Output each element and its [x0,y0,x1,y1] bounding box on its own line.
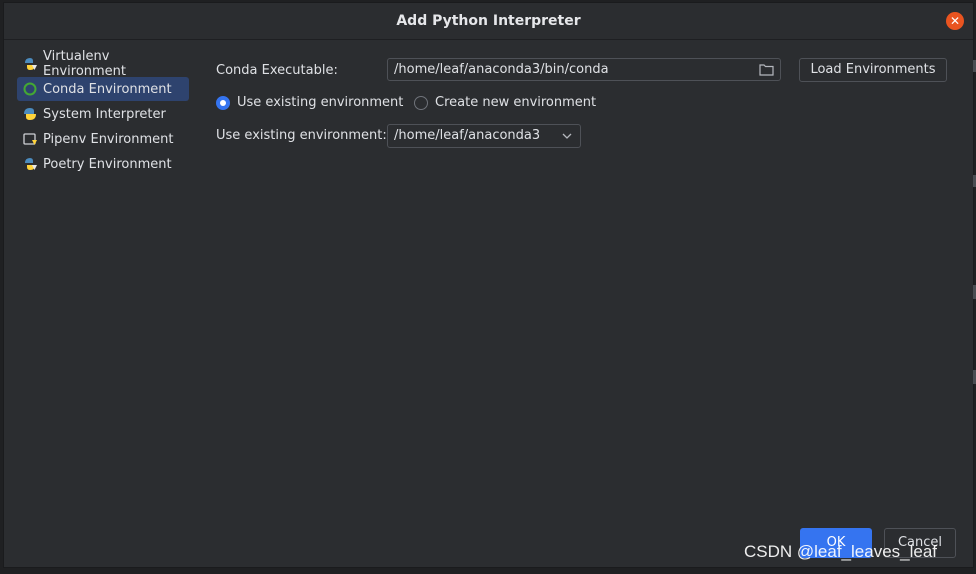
load-environments-button[interactable]: Load Environments [799,58,947,82]
sidebar-item-pipenv[interactable]: Pipenv Environment [17,127,189,151]
existing-environment-value: /home/leaf/anaconda3 [394,128,541,143]
python-icon [22,106,38,122]
sidebar-item-label: Conda Environment [43,81,172,97]
conda-executable-label: Conda Executable: [216,63,338,78]
create-new-radio-label: Create new environment [435,95,597,110]
sidebar-item-label: Pipenv Environment [43,131,174,147]
existing-environment-select[interactable]: /home/leaf/anaconda3 [387,124,581,148]
use-existing-radio[interactable]: Use existing environment [216,95,403,110]
sidebar-item-virtualenv[interactable]: Virtualenv Environment [17,49,189,79]
sidebar-item-conda[interactable]: Conda Environment [17,77,189,101]
use-existing-radio-label: Use existing environment [237,95,404,110]
chevron-down-icon [561,129,573,147]
folder-icon[interactable] [759,63,774,80]
conda-executable-field[interactable]: /home/leaf/anaconda3/bin/conda [387,58,781,81]
poetry-icon [22,156,38,172]
interpreter-type-list: Virtualenv Environment Conda Environment… [17,49,189,177]
radio-checked-icon [216,95,230,110]
sidebar-item-poetry[interactable]: Poetry Environment [17,152,189,176]
python-virtualenv-icon [22,56,38,72]
csdn-watermark: CSDN @leaf_leaves_leaf [744,542,938,561]
radio-unchecked-icon [414,95,428,110]
conda-executable-value: /home/leaf/anaconda3/bin/conda [394,62,609,77]
conda-icon [22,81,38,97]
sidebar-item-label: Virtualenv Environment [43,49,127,79]
sidebar-item-label: System Interpreter [43,106,166,122]
conda-settings-panel: Conda Executable: /home/leaf/anaconda3/b… [216,3,973,567]
existing-environment-label: Use existing environment: [216,128,387,143]
add-interpreter-dialog: Add Python Interpreter ✕ Virtualenv Envi… [3,2,974,568]
sidebar-item-system-interpreter[interactable]: System Interpreter [17,102,189,126]
create-new-radio[interactable]: Create new environment [414,95,596,110]
sidebar-item-label: Poetry Environment [43,156,172,172]
pipenv-icon [22,131,38,147]
